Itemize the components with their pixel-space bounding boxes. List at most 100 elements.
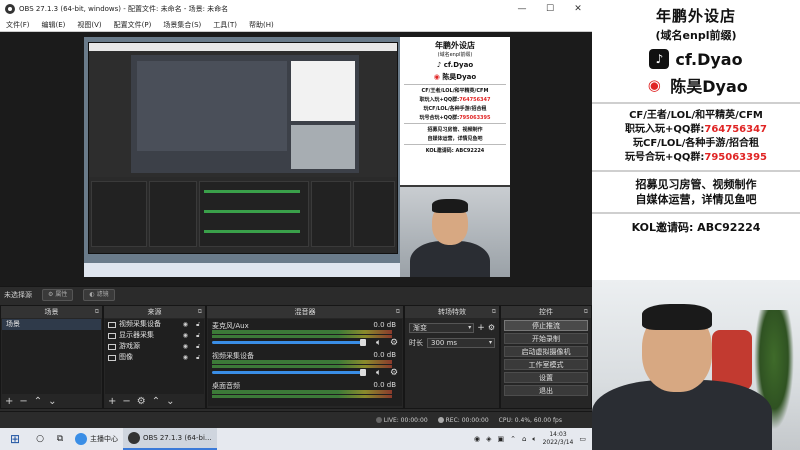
mixer-dock: 混音器 ⧉ 麦克风/Aux 0.0 dB 🔈︎ ⚙ 视频采集设备 0.0 dB 🔈︎ ⚙ — [206, 305, 404, 409]
source-item[interactable]: 游戏源 ◉ 🔓︎ — [105, 341, 204, 352]
qq-group-1: 职玩入玩+QQ群:764756347 — [624, 124, 767, 135]
exit-button[interactable]: 退出 — [504, 385, 588, 396]
gear-icon[interactable]: ⚙ — [137, 396, 146, 407]
obs-logo-icon — [5, 4, 15, 14]
mixer-channel: 视频采集设备 0.0 dB 🔈︎ ⚙ — [212, 351, 399, 378]
add-icon[interactable]: + — [5, 396, 13, 407]
sources-dock: 来源 ⧉ 视频采集设备 ◉ 🔓︎ 显示器采集 ◉ 🔓︎ 游戏源 ◉ 🔓︎ 图像 ◉ 🔓︎ + − … — [103, 305, 206, 409]
games-line-2: 玩CF/LOL/各种手游/招合租 — [632, 138, 759, 149]
sources-footer: + − ⚙ ⌃ ⌄ — [104, 394, 205, 408]
lock-icon: 🔓︎ — [196, 343, 200, 350]
stop-stream-button[interactable]: 停止推流 — [504, 320, 588, 331]
live-indicator-icon — [375, 417, 382, 423]
tray-icon[interactable]: ◈ — [486, 435, 491, 443]
dock-float-icon: ⧉ — [491, 308, 496, 315]
maximize-button[interactable]: ☐ — [536, 0, 564, 18]
transitions-dock: 转场特效⧉ 渐变 + ⚙ 时长 300 ms — [404, 305, 500, 409]
menu-edit[interactable]: 编辑(E) — [36, 20, 72, 30]
clock[interactable]: 14:03 2022/3/14 — [543, 431, 574, 447]
properties-button[interactable]: ⚙ 属性 — [42, 288, 74, 301]
controls-header: 控件 ⧉ — [501, 306, 591, 318]
scenes-footer: + − ⌃ ⌄ — [1, 394, 102, 408]
menu-help[interactable]: 帮助(H) — [243, 20, 280, 30]
add-icon[interactable]: + — [477, 323, 485, 333]
settings-button[interactable]: 设置 — [504, 372, 588, 383]
sources-list[interactable]: 视频采集设备 ◉ 🔓︎ 显示器采集 ◉ 🔓︎ 游戏源 ◉ 🔓︎ 图像 ◉ 🔓︎ — [105, 319, 204, 394]
menu-profile[interactable]: 配置文件(P) — [108, 20, 158, 30]
windows-start-icon[interactable]: ⊞ — [0, 432, 30, 446]
slider-handle[interactable] — [360, 339, 366, 346]
remove-icon[interactable]: − — [19, 396, 27, 407]
camera-icon — [108, 321, 116, 328]
slider-handle[interactable] — [360, 369, 366, 376]
chevron-up-icon[interactable]: ⌃ — [510, 435, 516, 443]
preview-canvas[interactable]: 年鹏外设店 (域名enpl前缀) ♪ cf.Dyao ◉ 陈昊Dyao CF/王… — [84, 37, 510, 277]
network-icon[interactable]: ⌂ — [522, 435, 526, 443]
mixer-channel: 麦克风/Aux 0.0 dB 🔈︎ ⚙ — [212, 321, 399, 348]
docks-row: 场景 ⧉ 场景 + − ⌃ ⌄ 来源 ⧉ 视频采集设备 ◉ 🔓︎ 显示器采集 ◉ 🔓︎ 游戏… — [0, 305, 592, 409]
menu-view[interactable]: 视图(V) — [71, 20, 107, 30]
scenes-list[interactable]: 场景 — [2, 319, 101, 394]
transition-select[interactable]: 渐变 — [409, 322, 475, 333]
menu-tools[interactable]: 工具(T) — [207, 20, 243, 30]
eye-icon: ◉ — [182, 354, 188, 361]
monitor-icon — [108, 332, 116, 339]
dock-float-icon: ⧉ — [395, 308, 400, 315]
lock-icon: 🔓︎ — [196, 332, 200, 339]
overlay-line5: 招募见习房管、视频制作 — [427, 127, 483, 133]
chevron-up-icon[interactable]: ⌃ — [34, 396, 42, 407]
sources-header: 来源 ⧉ — [104, 306, 205, 318]
title-bar[interactable]: OBS 27.1.3 (64-bit, windows) - 配置文件: 未命名… — [0, 0, 592, 18]
duration-input[interactable]: 300 ms — [427, 337, 495, 348]
volume-slider[interactable] — [212, 371, 362, 374]
close-button[interactable]: ✕ — [564, 0, 592, 18]
chevron-up-icon[interactable]: ⌃ — [152, 396, 160, 407]
virtual-camera-button[interactable]: 启动虚拟摄像机 — [504, 346, 588, 357]
screen: OBS 27.1.3 (64-bit, windows) - 配置文件: 未命名… — [0, 0, 800, 450]
volume-slider[interactable] — [212, 341, 362, 344]
tray-icon[interactable]: ▣ — [497, 435, 504, 443]
taskbar-app-obs[interactable]: OBS 27.1.3 (64-bi... — [123, 428, 217, 450]
task-view-icon[interactable]: ⧉ — [50, 434, 70, 444]
remove-icon[interactable]: − — [122, 396, 130, 407]
gear-icon[interactable]: ⚙ — [390, 338, 398, 348]
add-icon[interactable]: + — [108, 396, 116, 407]
windows-taskbar: ⊞ ○ ⧉ 主播中心 OBS 27.1.3 (64-bi... ◉ ◈ ▣ ⌃ … — [0, 428, 592, 450]
gear-icon[interactable]: ⚙ — [390, 368, 398, 378]
menu-bar: 文件(F) 编辑(E) 视图(V) 配置文件(P) 场景集合(S) 工具(T) … — [0, 18, 592, 32]
menu-scene-collection[interactable]: 场景集合(S) — [157, 20, 207, 30]
filters-button[interactable]: ◐ 滤镜 — [83, 288, 115, 301]
overlay-heading: 年鹏外设店 — [435, 41, 475, 50]
speaker-icon[interactable]: 🔈︎ — [376, 338, 381, 348]
obs-icon — [128, 432, 140, 444]
overlay-tiktok: ♪ cf.Dyao — [436, 61, 474, 69]
overlay-sub: (域名enpl前缀) — [437, 52, 473, 58]
preview-area[interactable]: 年鹏外设店 (域名enpl前缀) ♪ cf.Dyao ◉ 陈昊Dyao CF/王… — [0, 32, 592, 286]
speaker-icon[interactable]: 🔈︎ — [376, 368, 381, 378]
taskbar-app-streamer[interactable]: 主播中心 — [70, 428, 123, 450]
chevron-down-icon[interactable]: ⌄ — [48, 396, 56, 407]
games-line: CF/王者/LOL/和平精英/CFM — [629, 110, 763, 121]
studio-mode-button[interactable]: 工作室模式 — [504, 359, 588, 370]
scenes-header: 场景 ⧉ — [1, 306, 102, 318]
gear-icon[interactable]: ⚙ — [488, 323, 495, 332]
scene-item[interactable]: 场景 — [2, 319, 101, 330]
cpu-status: CPU: 0.4%, 60.00 fps — [498, 416, 562, 424]
streamer-center-icon — [75, 433, 87, 445]
tray-icon[interactable]: ◉ — [474, 435, 480, 443]
source-item[interactable]: 显示器采集 ◉ 🔓︎ — [105, 330, 204, 341]
start-recording-button[interactable]: 开始录制 — [504, 333, 588, 344]
minimize-button[interactable]: — — [508, 0, 536, 18]
source-item[interactable]: 视频采集设备 ◉ 🔓︎ — [105, 319, 204, 330]
menu-file[interactable]: 文件(F) — [0, 20, 36, 30]
cortana-icon[interactable]: ○ — [30, 434, 50, 444]
lock-icon: 🔓︎ — [196, 354, 200, 361]
source-item[interactable]: 图像 ◉ 🔓︎ — [105, 352, 204, 363]
chevron-down-icon[interactable]: ⌄ — [166, 396, 174, 407]
volume-icon[interactable]: 🔈︎ — [532, 435, 536, 444]
nested-docks — [89, 177, 397, 253]
tiktok-icon: ♪ — [436, 61, 442, 69]
dock-float-icon: ⧉ — [583, 308, 588, 315]
notification-icon[interactable]: ▭ — [579, 435, 586, 443]
transition-select-row: 渐变 + ⚙ — [409, 322, 495, 333]
